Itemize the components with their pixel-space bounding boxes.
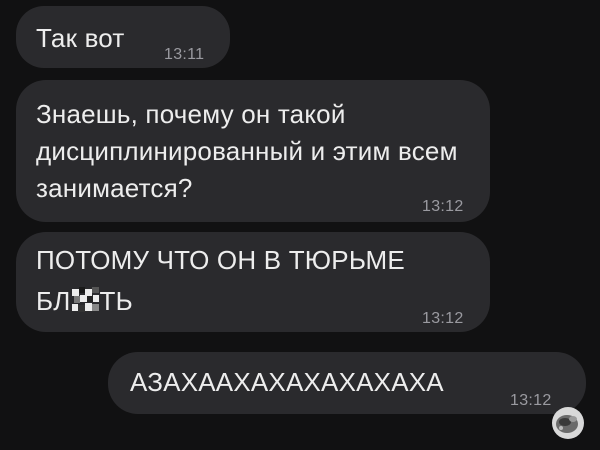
message-text: Знаешь, почему он такой дисциплинированн… bbox=[36, 99, 458, 203]
reaction-emoji-icon[interactable] bbox=[548, 403, 588, 443]
censored-pixel-icon bbox=[71, 286, 99, 312]
message-bubble-incoming[interactable]: ПОТОМУ ЧТО ОН В ТЮРЬМЕ БЛ ТЬ 13:12 bbox=[16, 232, 490, 332]
message-timestamp: 13:11 bbox=[164, 46, 205, 63]
message-timestamp: 13:12 bbox=[422, 310, 464, 327]
chat-area: Так вот 13:11 Знаешь, почему он такой ди… bbox=[0, 0, 600, 450]
message-text-line: ПОТОМУ ЧТО ОН В ТЮРЬМЕ bbox=[36, 245, 405, 275]
message-timestamp: 13:12 bbox=[422, 198, 464, 215]
message-bubble-incoming[interactable]: Так вот 13:11 bbox=[16, 6, 230, 68]
message-timestamp: 13:12 bbox=[510, 392, 552, 409]
message-text: Так вот bbox=[36, 23, 125, 53]
message-text-fragment: БЛ bbox=[36, 286, 71, 316]
message-text-fragment: ТЬ bbox=[99, 286, 133, 316]
message-text: АЗАХААХАХАХАХАХАХА bbox=[130, 367, 444, 397]
message-text-line: БЛ ТЬ bbox=[36, 283, 133, 320]
message-bubble-outgoing[interactable]: АЗАХААХАХАХАХАХАХА 13:12 bbox=[108, 352, 586, 414]
message-bubble-incoming[interactable]: Знаешь, почему он такой дисциплинированн… bbox=[16, 80, 490, 222]
